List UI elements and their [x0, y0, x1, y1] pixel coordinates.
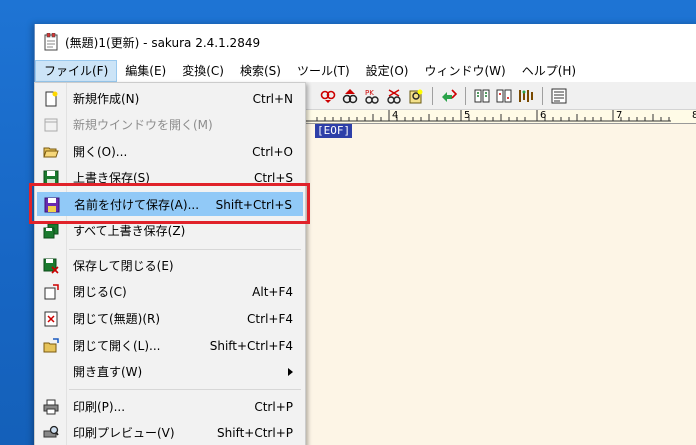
menu-item-save-close[interactable]: 保存して閉じる(E) — [37, 254, 303, 278]
menu-item-print[interactable]: 印刷(P)... Ctrl+P — [37, 395, 303, 419]
menu-file[interactable]: ファイル(F) — [35, 60, 118, 82]
menu-item-label: 閉じて(無題)(R) — [73, 312, 161, 326]
close-open-icon — [43, 338, 59, 353]
menu-item-close-open[interactable]: 閉じて開く(L)... Shift+Ctrl+F4 — [37, 334, 303, 358]
print-icon — [43, 399, 59, 415]
ruler-label: 8 — [692, 110, 696, 121]
menu-item-label: 印刷(P)... — [73, 400, 126, 414]
ruler-label: 5 — [464, 110, 471, 121]
ruler-label: 6 — [540, 110, 547, 121]
menu-item-shortcut: Alt+F4 — [252, 285, 293, 299]
menu-item-close-untitled[interactable]: 閉じて(無題)(R) Ctrl+F4 — [37, 307, 303, 331]
outline-icon[interactable] — [518, 88, 534, 104]
menu-item-print-preview[interactable]: 印刷プレビュー(V) Shift+Ctrl+P — [37, 421, 303, 445]
menu-separator — [69, 389, 301, 390]
grep-icon[interactable] — [408, 88, 424, 104]
menu-convert[interactable]: 変換(C) — [174, 60, 232, 82]
find-regex-icon[interactable]: PK — [364, 88, 380, 104]
menu-item-close[interactable]: 閉じる(C) Alt+F4 — [37, 280, 303, 304]
toolbar-separator — [432, 86, 433, 105]
diff-icon[interactable] — [496, 88, 512, 104]
menu-settings[interactable]: 設定(O) — [358, 60, 417, 82]
menu-item-reopen[interactable]: 開き直す(W) — [37, 360, 303, 384]
svg-text:PK: PK — [365, 89, 374, 97]
menu-item-new[interactable]: 新規作成(N) Ctrl+N — [37, 87, 303, 111]
save-all-icon — [43, 223, 59, 239]
menu-item-shortcut: Ctrl+N — [252, 92, 293, 106]
menu-item-new-window[interactable]: 新規ウインドウを開く(M) — [37, 113, 303, 137]
find-next-icon[interactable] — [320, 88, 336, 104]
document-app-icon — [44, 33, 58, 51]
compare-icon[interactable] — [474, 88, 490, 104]
menu-edit[interactable]: 編集(E) — [117, 60, 174, 82]
new-window-icon — [44, 118, 58, 132]
menu-item-shortcut: Ctrl+P — [254, 400, 293, 414]
menu-item-label: 開き直す(W) — [73, 365, 143, 379]
menu-separator — [69, 249, 301, 250]
close-doc-icon — [44, 284, 59, 300]
menu-item-label: 閉じる(C) — [73, 285, 127, 299]
menu-item-label: 閉じて開く(L)... — [73, 339, 161, 353]
menu-bar: ファイル(F) 編集(E) 変換(C) 検索(S) ツール(T) 設定(O) ウ… — [35, 60, 696, 82]
toolbar-separator — [542, 86, 543, 105]
menu-item-label: 印刷プレビュー(V) — [73, 426, 175, 440]
settings-icon[interactable] — [551, 88, 567, 104]
menu-item-shortcut: Shift+Ctrl+F4 — [209, 339, 293, 353]
menu-item-label: 新規作成(N) — [73, 92, 140, 106]
menu-item-open[interactable]: 開く(O)... Ctrl+O — [37, 140, 303, 164]
tag-jump-icon[interactable] — [441, 88, 457, 104]
menu-item-shortcut: Ctrl+F4 — [247, 312, 293, 326]
print-preview-icon — [43, 425, 59, 438]
annotation-highlight-box — [29, 183, 310, 224]
window-title: (無題)1(更新) - sakura 2.4.1.2849 — [65, 35, 261, 50]
menu-window[interactable]: ウィンドウ(W) — [416, 60, 513, 82]
ruler-label: 4 — [392, 110, 399, 121]
menu-tools[interactable]: ツール(T) — [289, 60, 358, 82]
menu-item-label: 保存して閉じる(E) — [73, 259, 174, 273]
find-prev-icon[interactable] — [342, 88, 358, 104]
replace-icon[interactable] — [386, 88, 402, 104]
menu-help[interactable]: ヘルプ(H) — [514, 60, 584, 82]
eof-marker: [EOF] — [315, 124, 353, 138]
open-folder-icon — [43, 147, 59, 158]
menu-item-shortcut: Shift+Ctrl+P — [217, 426, 293, 440]
file-menu-dropdown: 新規作成(N) Ctrl+N 新規ウインドウを開く(M) 開く(O)... Ct… — [34, 82, 306, 445]
toolbar-separator — [465, 86, 466, 105]
menu-item-label: 開く(O)... — [73, 145, 128, 159]
close-untitled-icon — [44, 311, 58, 327]
submenu-arrow-icon — [288, 368, 293, 376]
menu-item-shortcut: Ctrl+O — [252, 145, 293, 159]
menu-item-label: 新規ウインドウを開く(M) — [73, 118, 213, 132]
ruler-label: 7 — [616, 110, 623, 121]
new-file-icon — [45, 91, 58, 107]
title-bar[interactable]: (無題)1(更新) - sakura 2.4.1.2849 — [35, 24, 696, 60]
save-close-icon — [43, 258, 59, 274]
menu-search[interactable]: 検索(S) — [232, 60, 289, 82]
